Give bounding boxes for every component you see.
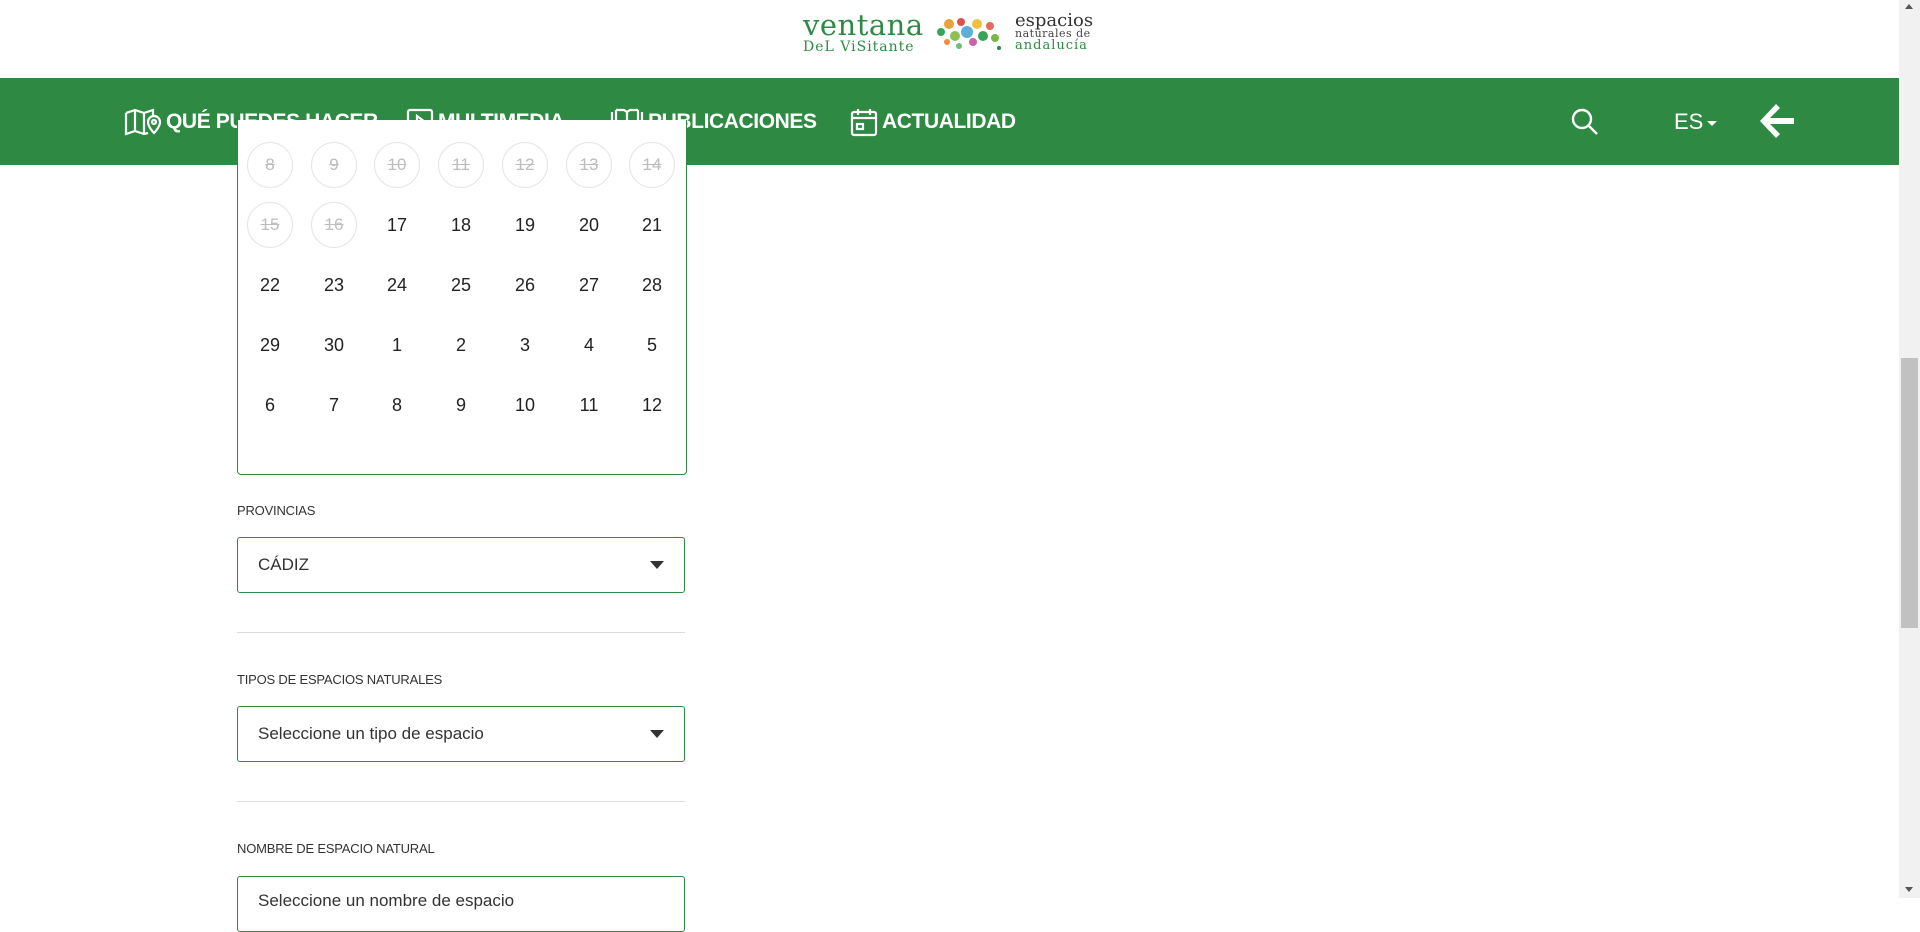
provincias-select[interactable]: CÁDIZ	[237, 537, 685, 593]
calendar-week-row: 8 9 10 11 12 13 14	[238, 142, 686, 190]
tipos-placeholder: Seleccione un tipo de espacio	[258, 724, 484, 743]
calendar-week-row: 15 16 17 18 19 20 21	[238, 202, 686, 250]
nav-item-actualidad[interactable]: ACTUALIDAD	[850, 78, 1016, 165]
calendar-day[interactable]: 3	[502, 322, 548, 368]
calendar-day[interactable]: 30	[311, 322, 357, 368]
calendar-day[interactable]: 23	[311, 262, 357, 308]
calendar-week-row: 22 23 24 25 26 27 28	[238, 262, 686, 310]
caret-down-icon	[650, 561, 664, 569]
nombre-select[interactable]: Seleccione un nombre de espacio	[237, 876, 685, 932]
calendar-day[interactable]: 6	[247, 382, 293, 428]
logo-subtitle: DeL ViSitante	[803, 39, 915, 55]
scroll-up-arrow-icon[interactable]	[1905, 4, 1913, 9]
nav-label: ACTUALIDAD	[882, 109, 1016, 133]
calendar-day[interactable]: 28	[629, 262, 675, 308]
calendar-day-disabled: 13	[566, 142, 612, 188]
divider	[237, 801, 685, 802]
logo-right-text: espacios naturales de andalucía	[1015, 12, 1093, 53]
calendar-day-disabled: 10	[374, 142, 420, 188]
scroll-down-arrow-icon[interactable]	[1905, 887, 1913, 892]
calendar-day[interactable]: 26	[502, 262, 548, 308]
calendar-day[interactable]: 17	[374, 202, 420, 248]
calendar-day-disabled: 14	[629, 142, 675, 188]
calendar-day-disabled: 15	[247, 202, 293, 248]
calendar-day[interactable]: 25	[438, 262, 484, 308]
arrow-left-icon[interactable]	[1757, 100, 1797, 142]
chevron-down-icon	[1707, 121, 1718, 126]
map-pin-icon	[124, 107, 162, 137]
calendar-day[interactable]: 22	[247, 262, 293, 308]
calendar-day-disabled: 8	[247, 142, 293, 188]
calendar-day[interactable]: 10	[502, 382, 548, 428]
calendar-week-row: 6 7 8 9 10 11 12	[238, 382, 686, 430]
calendar-week-row: 29 30 1 2 3 4 5	[238, 322, 686, 370]
calendar-day[interactable]: 24	[374, 262, 420, 308]
calendar-day[interactable]: 7	[311, 382, 357, 428]
calendar-day[interactable]: 27	[566, 262, 612, 308]
calendar-day[interactable]: 9	[438, 382, 484, 428]
calendar-day[interactable]: 4	[566, 322, 612, 368]
calendar-day[interactable]: 11	[566, 382, 612, 428]
calendar-day[interactable]: 1	[374, 322, 420, 368]
calendar-day[interactable]: 18	[438, 202, 484, 248]
calendar-day[interactable]: 21	[629, 202, 675, 248]
calendar-day[interactable]: 20	[566, 202, 612, 248]
logo-title: ventana	[803, 8, 924, 42]
logo-bar: ventana DeL ViSitante espacios naturales…	[0, 0, 1899, 78]
nombre-label: NOMBRE DE ESPACIO NATURAL	[237, 841, 435, 856]
search-icon[interactable]	[1570, 107, 1600, 137]
calendar-day-disabled: 9	[311, 142, 357, 188]
nombre-placeholder: Seleccione un nombre de espacio	[258, 891, 515, 910]
tipos-label: TIPOS DE ESPACIOS NATURALES	[237, 672, 443, 687]
calendar-day-disabled: 12	[502, 142, 548, 188]
calendar-day[interactable]: 2	[438, 322, 484, 368]
language-label: ES	[1674, 108, 1704, 134]
calendar-icon	[850, 107, 878, 137]
date-calendar: 8 9 10 11 12 13 14 15 16 17 18 19 20 21 22 23 24 25 26 27 28…	[237, 120, 687, 475]
calendar-day-disabled: 16	[311, 202, 357, 248]
calendar-day[interactable]: 8	[374, 382, 420, 428]
language-selector[interactable]: ES	[1674, 78, 1718, 165]
page-scrollbar[interactable]	[1899, 0, 1920, 898]
tipos-select[interactable]: Seleccione un tipo de espacio	[237, 706, 685, 762]
calendar-day[interactable]: 5	[629, 322, 675, 368]
calendar-day[interactable]: 12	[629, 382, 675, 428]
calendar-day[interactable]: 29	[247, 322, 293, 368]
calendar-day[interactable]: 19	[502, 202, 548, 248]
provincias-label: PROVINCIAS	[237, 503, 316, 518]
provincias-value: CÁDIZ	[258, 555, 309, 574]
divider	[237, 632, 685, 633]
logo-text: ventana DeL ViSitante	[803, 10, 924, 54]
logo-right-line3: andalucía	[1015, 38, 1088, 53]
calendar-day-disabled: 11	[438, 142, 484, 188]
scroll-thumb[interactable]	[1901, 358, 1918, 628]
logo-emblem-icon	[937, 18, 1001, 50]
site-logo[interactable]: ventana DeL ViSitante espacios naturales…	[803, 10, 1098, 56]
caret-down-icon	[650, 730, 664, 738]
